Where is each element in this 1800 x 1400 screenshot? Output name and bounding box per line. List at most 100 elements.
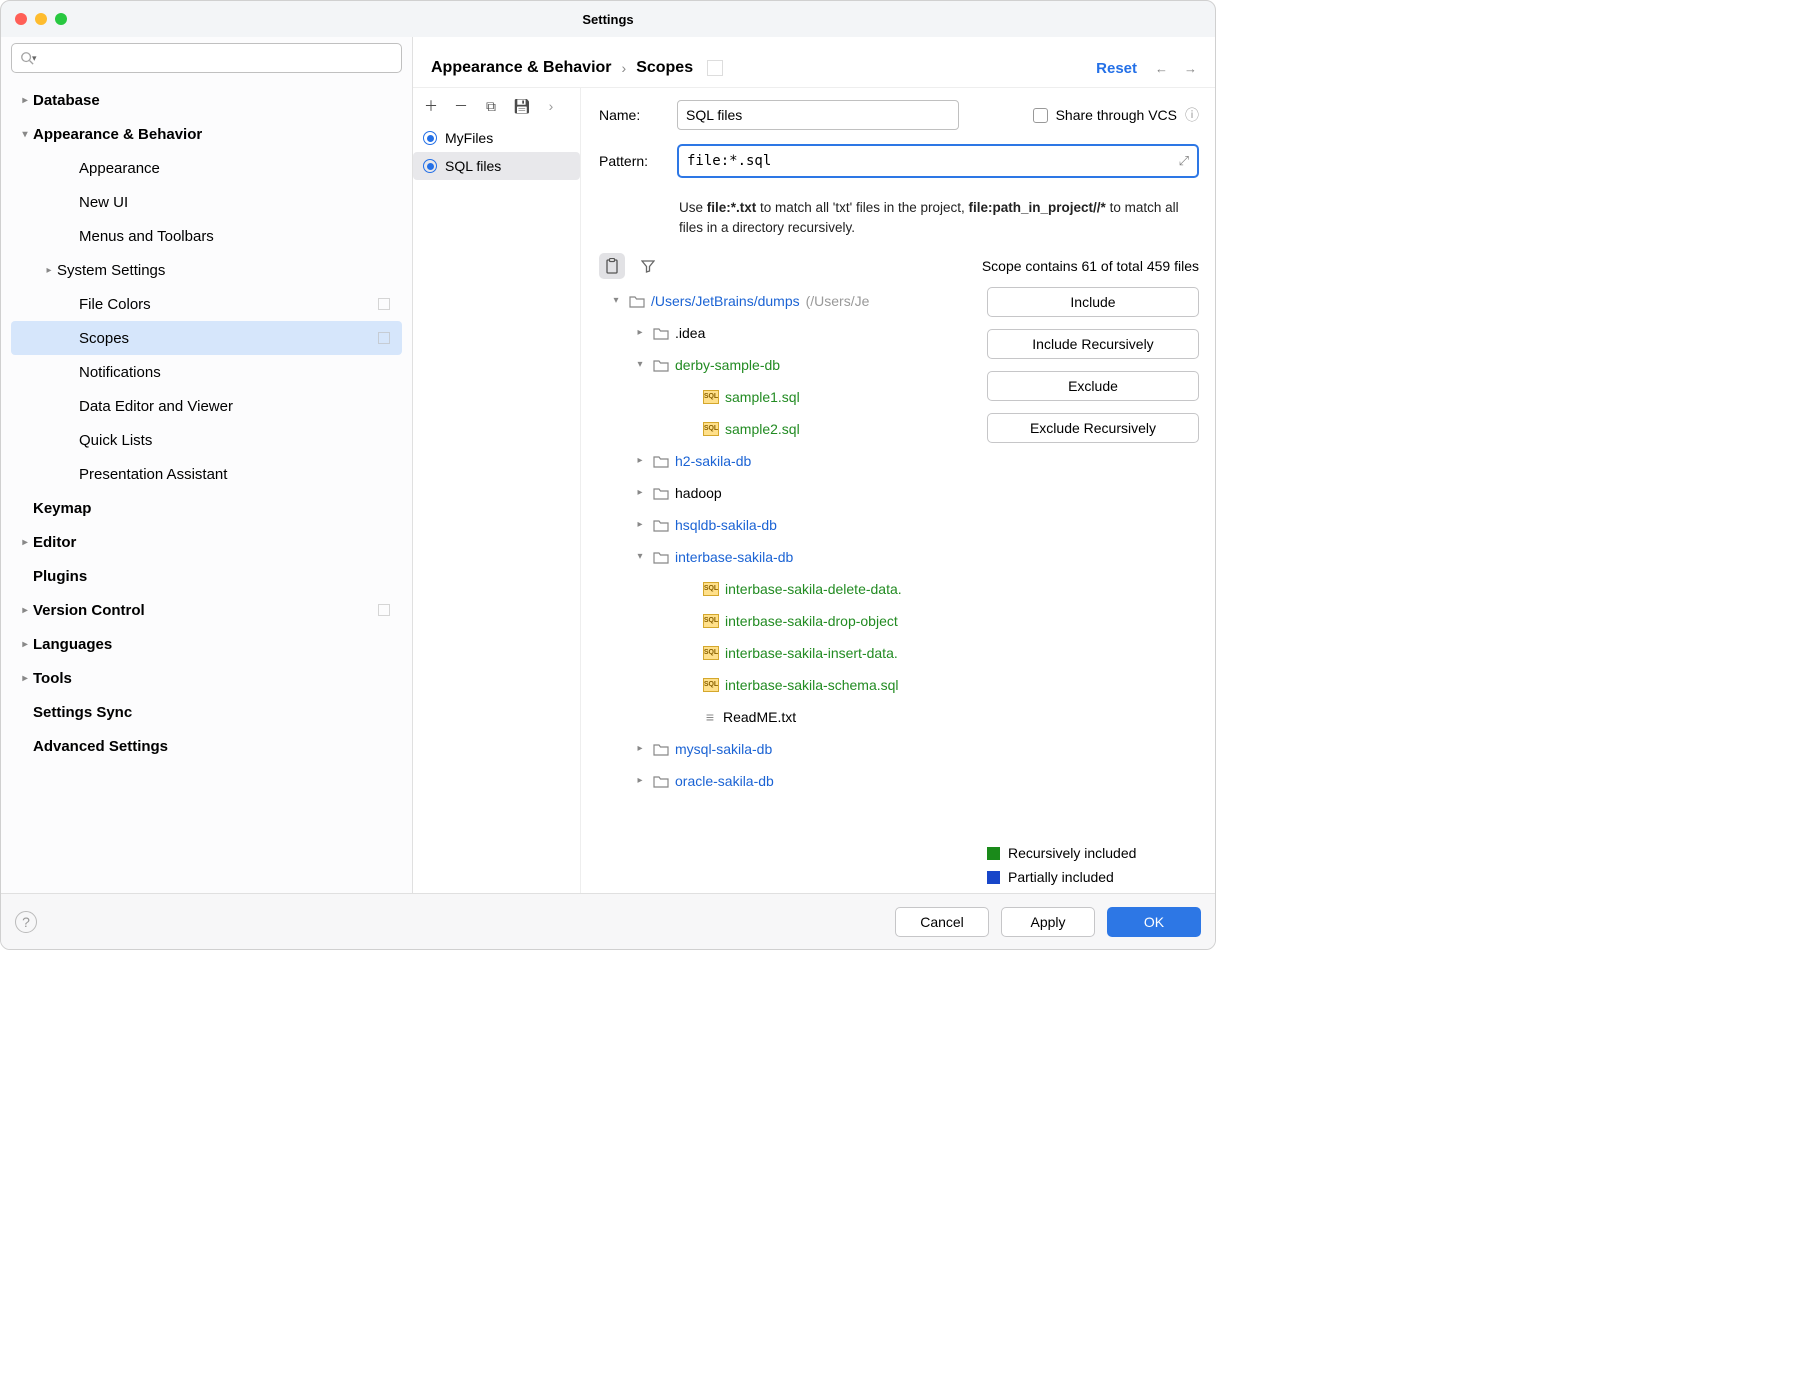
tree-item[interactable]: ▸hsqldb-sakila-db xyxy=(599,509,973,541)
sql-file-icon: SQL xyxy=(703,614,719,628)
tree-root[interactable]: ▾ /Users/JetBrains/dumps (/Users/Je xyxy=(599,285,973,317)
chevron-right-icon: ▸ xyxy=(633,743,647,754)
sidebar-item-advanced-settings[interactable]: Advanced Settings xyxy=(11,729,402,763)
apply-button[interactable]: Apply xyxy=(1001,907,1095,937)
sidebar-item-label: Scopes xyxy=(79,330,129,347)
pattern-label: Pattern: xyxy=(599,153,663,169)
save-icon[interactable]: 💾︎ xyxy=(513,98,529,115)
chevron-right-icon: ▸ xyxy=(17,605,33,616)
tree-item[interactable]: ▸mysql-sakila-db xyxy=(599,733,973,765)
sql-file-icon: SQL xyxy=(703,646,719,660)
chevron-right-icon: ▸ xyxy=(17,95,33,106)
tree-item[interactable]: ▾interbase-sakila-db xyxy=(599,541,973,573)
help-icon[interactable]: ⓘ xyxy=(1185,105,1199,125)
tree-item[interactable]: SQLsample1.sql xyxy=(599,381,973,413)
tree-item-label: .idea xyxy=(675,325,705,341)
help-icon[interactable]: ? xyxy=(15,911,37,933)
forward-icon[interactable]: → xyxy=(1184,61,1197,76)
name-input[interactable] xyxy=(677,100,959,130)
clipboard-icon[interactable] xyxy=(599,253,625,279)
scope-count: Scope contains 61 of total 459 files xyxy=(982,258,1199,274)
tree-item-label: interbase-sakila-drop-object xyxy=(725,613,898,629)
sidebar-item-appearance-behavior[interactable]: ▾Appearance & Behavior xyxy=(11,117,402,151)
sidebar-item-appearance[interactable]: Appearance xyxy=(11,151,402,185)
sidebar-item-tools[interactable]: ▸Tools xyxy=(11,661,402,695)
chevron-right-icon: ▸ xyxy=(633,487,647,498)
tree-item[interactable]: SQLinterbase-sakila-delete-data. xyxy=(599,573,973,605)
text-file-icon: ≡ xyxy=(703,709,717,725)
chevron-right-icon: ▸ xyxy=(633,775,647,786)
search-input[interactable]: ▾ xyxy=(11,43,402,73)
exclude-recursively-button[interactable]: Exclude Recursively xyxy=(987,413,1199,443)
back-icon[interactable]: ← xyxy=(1155,61,1168,76)
sidebar-item-label: System Settings xyxy=(57,262,165,279)
tree-item[interactable]: ▸oracle-sakila-db xyxy=(599,765,973,797)
sidebar-item-label: Languages xyxy=(33,636,112,653)
tree-item-label: sample2.sql xyxy=(725,421,800,437)
sidebar-item-label: Notifications xyxy=(79,364,161,381)
chevron-right-icon: ▸ xyxy=(633,455,647,466)
sidebar-item-version-control[interactable]: ▸Version Control xyxy=(11,593,402,627)
tree-item[interactable]: ≡ ReadME.txt xyxy=(599,701,973,733)
tree-item-label: interbase-sakila-db xyxy=(675,549,793,565)
ok-button[interactable]: OK xyxy=(1107,907,1201,937)
add-icon[interactable]: ＋ xyxy=(423,96,439,116)
sidebar-item-label: Menus and Toolbars xyxy=(79,228,214,245)
sidebar-item-new-ui[interactable]: New UI xyxy=(11,185,402,219)
tree-item-label: h2-sakila-db xyxy=(675,453,751,469)
chevron-right-icon: › xyxy=(622,60,627,76)
tree-item[interactable]: SQLinterbase-sakila-insert-data. xyxy=(599,637,973,669)
tree-item[interactable]: SQLinterbase-sakila-schema.sql xyxy=(599,669,973,701)
file-tree[interactable]: ▾ /Users/JetBrains/dumps (/Users/Je ▸ .id… xyxy=(599,285,973,894)
scope-badge-icon xyxy=(378,298,390,310)
sidebar-item-data-editor-and-viewer[interactable]: Data Editor and Viewer xyxy=(11,389,402,423)
filter-icon[interactable] xyxy=(635,253,661,279)
tree-item[interactable]: ▸ hadoop xyxy=(599,477,973,509)
tree-item[interactable]: SQLsample2.sql xyxy=(599,413,973,445)
sidebar-item-plugins[interactable]: Plugins xyxy=(11,559,402,593)
tree-item[interactable]: ▸ h2-sakila-db xyxy=(599,445,973,477)
chevron-right-icon: ▸ xyxy=(633,327,647,338)
scope-item-label: SQL files xyxy=(445,158,501,174)
tree-item[interactable]: ▾derby-sample-db xyxy=(599,349,973,381)
pattern-input[interactable] xyxy=(687,153,1179,169)
reset-button[interactable]: Reset xyxy=(1096,60,1137,77)
tree-item[interactable]: SQL interbase-sakila-drop-object xyxy=(599,605,973,637)
recursively-included-swatch xyxy=(987,847,1000,860)
breadcrumb: Appearance & Behavior › Scopes xyxy=(431,59,723,77)
exclude-button[interactable]: Exclude xyxy=(987,371,1199,401)
sidebar-item-label: Data Editor and Viewer xyxy=(79,398,233,415)
sidebar-item-settings-sync[interactable]: Settings Sync xyxy=(11,695,402,729)
tree-item-label: hadoop xyxy=(675,485,722,501)
sidebar-item-file-colors[interactable]: File Colors xyxy=(11,287,402,321)
expand-icon[interactable]: ⤢ xyxy=(1179,153,1189,169)
sidebar-item-presentation-assistant[interactable]: Presentation Assistant xyxy=(11,457,402,491)
scope-item-sql-files[interactable]: SQL files xyxy=(413,152,580,180)
copy-icon[interactable]: ⧉ xyxy=(483,98,499,115)
share-checkbox[interactable] xyxy=(1033,108,1048,123)
tree-item-label: ReadME.txt xyxy=(723,709,796,725)
scope-item-myfiles[interactable]: MyFiles xyxy=(413,124,580,152)
sidebar-item-database[interactable]: ▸Database xyxy=(11,83,402,117)
include-button[interactable]: Include xyxy=(987,287,1199,317)
breadcrumb-root[interactable]: Appearance & Behavior xyxy=(431,59,612,77)
sidebar-item-label: Advanced Settings xyxy=(33,738,168,755)
sidebar-item-label: New UI xyxy=(79,194,128,211)
settings-sidebar: ▾ ▸Database▾Appearance & BehaviorAppeara… xyxy=(1,37,413,893)
tree-item[interactable]: ▸ .idea xyxy=(599,317,973,349)
sidebar-item-editor[interactable]: ▸Editor xyxy=(11,525,402,559)
radio-icon xyxy=(423,159,437,173)
sidebar-item-languages[interactable]: ▸Languages xyxy=(11,627,402,661)
remove-icon[interactable]: － xyxy=(453,96,469,116)
sidebar-item-scopes[interactable]: Scopes xyxy=(11,321,402,355)
cancel-button[interactable]: Cancel xyxy=(895,907,989,937)
sidebar-item-notifications[interactable]: Notifications xyxy=(11,355,402,389)
sidebar-item-keymap[interactable]: Keymap xyxy=(11,491,402,525)
chevron-right-icon: ▸ xyxy=(17,537,33,548)
sidebar-item-quick-lists[interactable]: Quick Lists xyxy=(11,423,402,457)
sidebar-item-system-settings[interactable]: ▸System Settings xyxy=(11,253,402,287)
chevron-right-icon[interactable]: › xyxy=(543,98,559,114)
sidebar-item-menus-and-toolbars[interactable]: Menus and Toolbars xyxy=(11,219,402,253)
include-recursively-button[interactable]: Include Recursively xyxy=(987,329,1199,359)
chevron-right-icon: ▸ xyxy=(633,519,647,530)
